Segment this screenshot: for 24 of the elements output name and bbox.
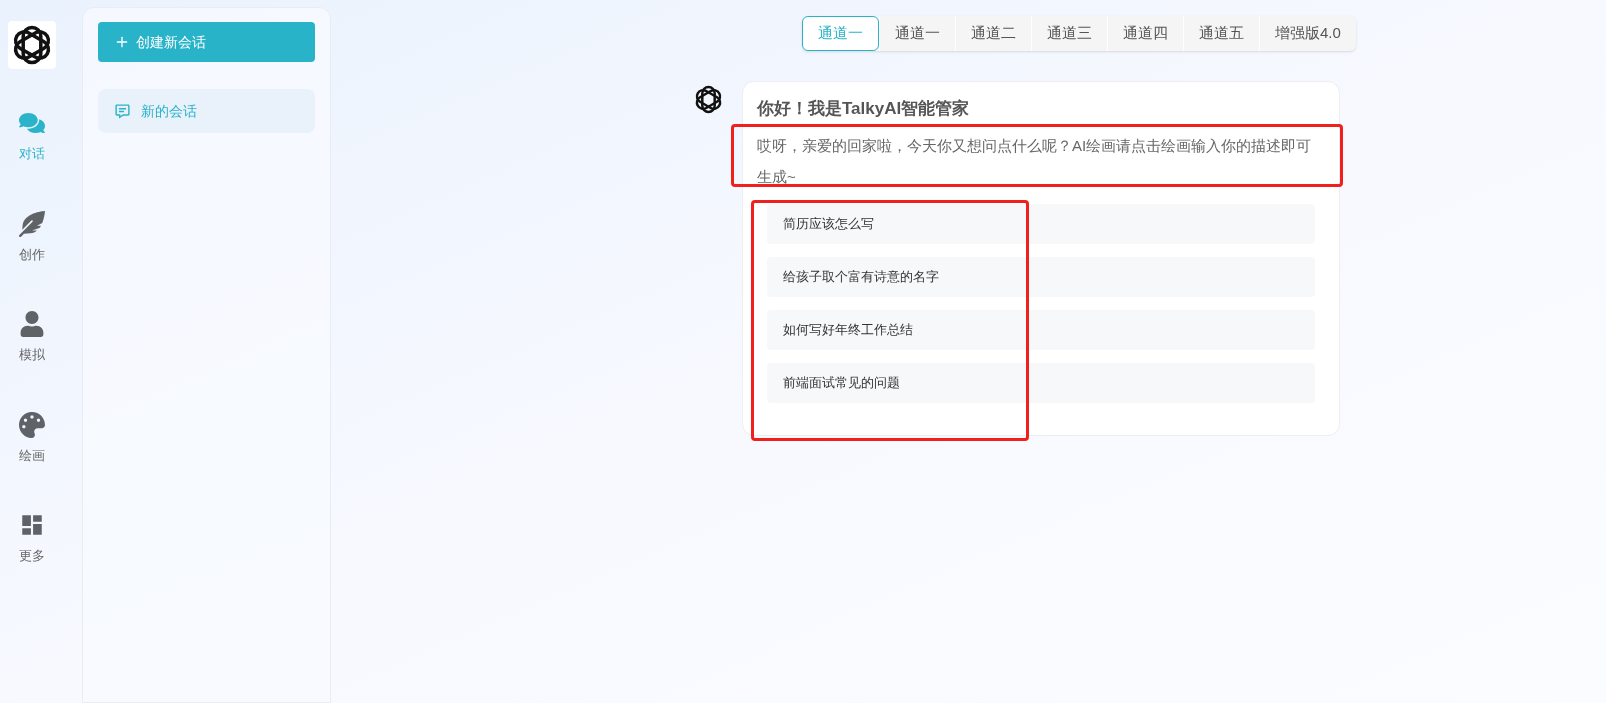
suggestion-item[interactable]: 前端面试常见的问题 [767,362,1315,403]
nav-item[interactable]: 绘画 [19,411,45,465]
channel-tab[interactable]: 通道五 [1183,16,1259,51]
grid-icon [19,512,45,538]
assistant-avatar-icon [693,84,724,115]
channel-tab[interactable]: 通道二 [955,16,1031,51]
person-icon [19,311,45,337]
greeting-title: 你好！我是TalkyAI智能管家 [756,98,971,120]
feather-icon [19,210,45,237]
nav-item[interactable]: 更多 [19,512,45,566]
channel-tab[interactable]: 通道一 [879,16,955,51]
nav-item[interactable]: 模拟 [19,311,45,365]
channel-tab[interactable]: 增强版4.0 [1259,16,1356,51]
channel-tab[interactable]: 通道四 [1107,16,1183,51]
suggestion-item[interactable]: 如何写好年终工作总结 [767,309,1315,350]
message-icon [114,102,131,120]
chat-bubbles-icon [19,110,45,136]
nav-item[interactable]: 创作 [19,210,45,264]
greeting-message: 哎呀，亲爱的回家啦，今天你又想问点什么呢？AI绘画请点击绘画输入你的描述即可生成~ [756,135,1313,187]
suggestion-item[interactable]: 简历应该怎么写 [767,203,1315,244]
channel-tab[interactable]: 通道三 [1031,16,1107,51]
palette-icon [19,411,45,438]
suggestion-item[interactable]: 给孩子取个富有诗意的名字 [767,256,1315,297]
plus-icon [114,34,130,50]
